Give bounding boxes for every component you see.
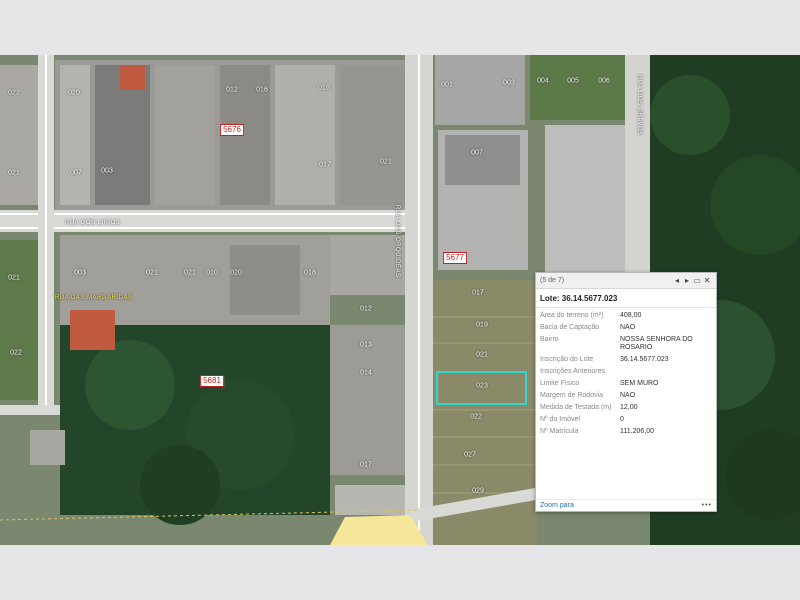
lot-label[interactable]: 021: [476, 352, 488, 359]
lot-label[interactable]: 020: [230, 270, 242, 277]
attribute-row: Inscrição do Lote 36.14.5677.023: [536, 354, 716, 366]
lot-label[interactable]: 003: [74, 270, 86, 277]
lot-label[interactable]: 018: [318, 85, 330, 92]
attribute-label: Margem de Rodovia: [540, 392, 604, 399]
lot-label[interactable]: 010: [206, 270, 218, 277]
lot-label[interactable]: 001: [441, 82, 453, 89]
attribute-row: Nº Matrícula 111.206,00: [536, 426, 716, 438]
street-label: RUA DOS CRAVOS: [636, 75, 642, 136]
attribute-row: Área do terreno (m²) 408,00: [536, 310, 716, 322]
lot-label[interactable]: 013: [360, 342, 372, 349]
lot-label[interactable]: 006: [598, 78, 610, 85]
lot-label[interactable]: 021: [146, 270, 158, 277]
lot-label[interactable]: 014: [360, 370, 372, 377]
dock-icon[interactable]: ▭: [692, 276, 702, 285]
attribute-value: 12,00: [620, 404, 638, 411]
lot-label[interactable]: 005: [567, 78, 579, 85]
attribute-row: Limite Físico SEM MURO: [536, 378, 716, 390]
next-feature-icon[interactable]: ▸: [682, 276, 692, 285]
lot-label[interactable]: 020: [68, 90, 80, 97]
lot-label[interactable]: 012: [226, 87, 238, 94]
lot-label[interactable]: 022: [8, 90, 20, 97]
lot-label[interactable]: 017: [319, 162, 331, 169]
popup-counter: (5 de 7): [540, 277, 565, 284]
feature-popup: (5 de 7) ◂ ▸ ▭ ✕ Lote: 36.14.5677.023 Ár…: [535, 272, 717, 512]
lot-label[interactable]: 027: [464, 452, 476, 459]
lot-label[interactable]: 022: [470, 414, 482, 421]
block-label[interactable]: 5677: [443, 252, 467, 264]
lot-label[interactable]: 016: [256, 87, 268, 94]
lot-label[interactable]: 018: [304, 270, 316, 277]
attribute-label: Medida de Testada (m): [540, 404, 612, 411]
block-label[interactable]: 5676: [220, 124, 244, 136]
lot-label[interactable]: 019: [476, 322, 488, 329]
street-label: RUA DOS LIRIOS: [65, 220, 121, 226]
attribute-label: Área do terreno (m²): [540, 312, 604, 319]
street-label: RUA DAS MARGARIDAS: [55, 295, 133, 301]
lot-label[interactable]: 021: [8, 170, 20, 177]
attribute-label: Bairro: [540, 336, 559, 343]
zoom-to-link[interactable]: Zoom para: [540, 502, 574, 509]
attribute-row: Nº do Imóvel 0: [536, 414, 716, 426]
attribute-value: NAO: [620, 324, 636, 331]
attribute-row: Bairro NOSSA SENHORA DO ROSARIO: [536, 334, 716, 354]
attribute-label: Nº Matrícula: [540, 428, 579, 435]
attribute-value: NOSSA SENHORA DO ROSARIO: [620, 336, 693, 351]
street-label: RUA DAS ORQUIDEAS: [394, 205, 400, 278]
attribute-label: Inscrição do Lote: [540, 356, 594, 363]
lot-label[interactable]: 003: [101, 168, 113, 175]
attribute-row: Medida de Testada (m) 12,00: [536, 402, 716, 414]
attribute-label: Inscrições Anteriores: [540, 368, 605, 375]
lot-label[interactable]: 029: [472, 488, 484, 495]
close-icon[interactable]: ✕: [702, 276, 712, 285]
lot-label[interactable]: 017: [472, 290, 484, 297]
lot-label[interactable]: 021: [184, 270, 196, 277]
attribute-row: Margem de Rodovia NAO: [536, 390, 716, 402]
lot-label[interactable]: 021: [8, 275, 20, 282]
lot-label[interactable]: 003: [503, 80, 515, 87]
attribute-value: NAO: [620, 392, 636, 399]
attribute-label: Bacia de Captação: [540, 324, 600, 331]
attribute-label: Limite Físico: [540, 380, 580, 387]
popup-header: (5 de 7) ◂ ▸ ▭ ✕: [536, 273, 716, 289]
prev-feature-icon[interactable]: ◂: [672, 276, 682, 285]
attribute-value: [616, 366, 716, 378]
lot-label[interactable]: 017: [360, 462, 372, 469]
lot-label[interactable]: 007: [471, 150, 483, 157]
attribute-row: Inscrições Anteriores: [536, 366, 716, 378]
attribute-label: Nº do Imóvel: [540, 416, 580, 423]
lot-label[interactable]: 021: [380, 159, 392, 166]
attribute-table: Área do terreno (m²) 408,00 Bacia de Capt…: [536, 310, 716, 438]
lot-label[interactable]: 007: [70, 170, 82, 177]
attribute-value: 111.206,00: [620, 428, 654, 435]
attribute-value: 408,00: [620, 312, 642, 319]
lot-label[interactable]: 022: [10, 350, 22, 357]
lot-label[interactable]: 004: [537, 78, 549, 85]
popup-title: Lote: 36.14.5677.023: [536, 289, 716, 308]
popup-footer: Zoom para •••: [536, 499, 716, 511]
attribute-value: 36.14.5677.023: [620, 356, 669, 363]
attribute-row: Bacia de Captação NAO: [536, 322, 716, 334]
lot-label[interactable]: 012: [360, 306, 372, 313]
attribute-value: 0: [620, 416, 624, 423]
attribute-value: SEM MURO: [620, 380, 659, 387]
satellite-map[interactable]: RUA DOS LIRIOS RUA DAS ORQUIDEAS RUA DOS…: [0, 55, 800, 545]
lot-label[interactable]: 023: [476, 383, 488, 390]
more-options-icon[interactable]: •••: [702, 502, 712, 509]
block-label[interactable]: 5681: [200, 375, 224, 387]
